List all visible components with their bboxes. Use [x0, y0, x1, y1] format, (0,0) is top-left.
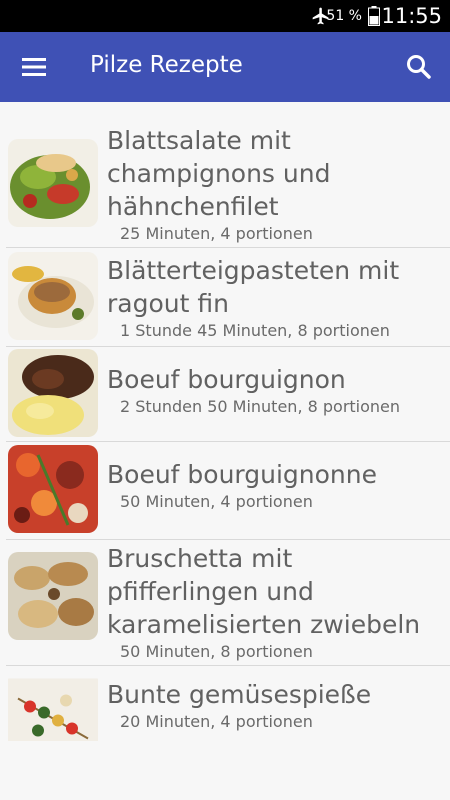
- recipe-name: Bunte gemüsespieße: [107, 680, 372, 709]
- recipe-thumbnail: [8, 552, 98, 640]
- menu-icon[interactable]: [14, 50, 54, 84]
- recipe-meta: 2 Stunden 50 Minuten, 8 portionen: [120, 397, 401, 416]
- recipe-name: Blätterteigpasteten mit ragout fin: [107, 256, 400, 318]
- list-item[interactable]: Blätterteigpasteten mit ragout fin 1 Stu…: [6, 248, 450, 347]
- recipe-name: Bruschetta mit pfifferlingen und karamel…: [107, 544, 421, 639]
- recipe-meta: 25 Minuten, 4 portionen: [120, 224, 313, 243]
- clock: 11:55: [381, 4, 442, 28]
- recipe-name: Boeuf bourguignonne: [107, 460, 378, 489]
- search-icon[interactable]: [402, 50, 436, 84]
- recipe-thumbnail: [8, 445, 98, 533]
- recipe-meta: 1 Stunde 45 Minuten, 8 portionen: [120, 321, 390, 340]
- recipe-list: Blattsalate mit champignons und hähnchen…: [0, 126, 450, 741]
- status-bar: 51 % 11:55: [0, 0, 450, 32]
- recipe-meta: 50 Minuten, 4 portionen: [120, 492, 313, 511]
- recipe-thumbnail: [8, 252, 98, 340]
- recipe-name: Boeuf bourguignon: [107, 365, 346, 394]
- page-title: Pilze Rezepte: [90, 52, 243, 78]
- recipe-thumbnail: [8, 349, 98, 437]
- list-item[interactable]: Blattsalate mit champignons und hähnchen…: [6, 126, 450, 248]
- recipe-meta: 50 Minuten, 8 portionen: [120, 642, 313, 661]
- recipe-thumbnail: [8, 670, 98, 741]
- list-item[interactable]: Boeuf bourguignon 2 Stunden 50 Minuten, …: [6, 347, 450, 442]
- recipe-meta: 20 Minuten, 4 portionen: [120, 712, 313, 731]
- list-item[interactable]: Bunte gemüsespieße 20 Minuten, 4 portion…: [6, 666, 450, 741]
- list-item[interactable]: Boeuf bourguignonne 50 Minuten, 4 portio…: [6, 442, 450, 540]
- battery-icon: [368, 6, 380, 26]
- battery-percent: 51 %: [326, 8, 362, 24]
- recipe-name: Blattsalate mit champignons und hähnchen…: [107, 126, 331, 221]
- app-bar: Pilze Rezepte: [0, 32, 450, 102]
- list-item[interactable]: Bruschetta mit pfifferlingen und karamel…: [6, 540, 450, 666]
- recipe-thumbnail: [8, 139, 98, 227]
